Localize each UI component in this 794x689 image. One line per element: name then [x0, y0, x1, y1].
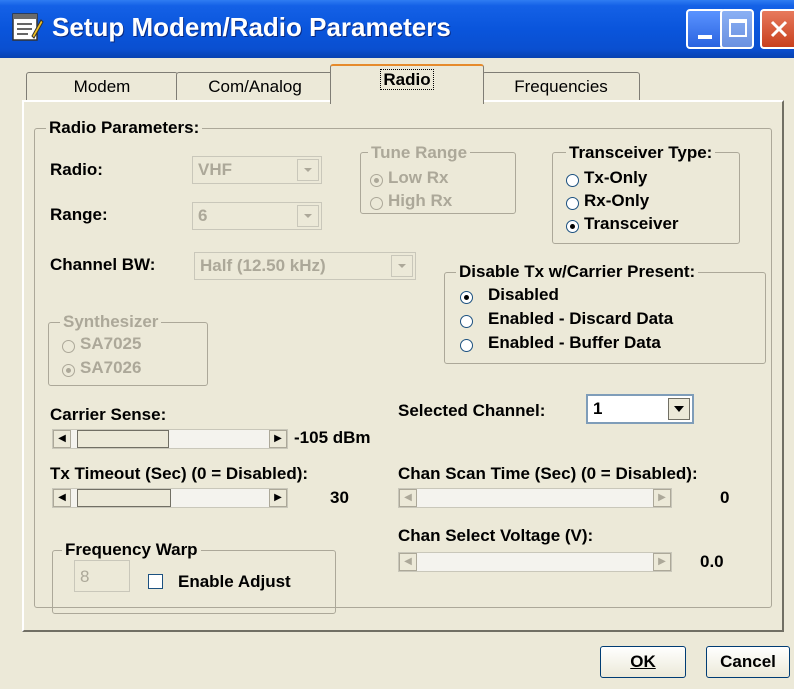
- maximize-icon: [729, 19, 747, 37]
- chan-scan-time-slider[interactable]: ◀ ▶: [398, 488, 672, 508]
- sa7026-label: SA7026: [80, 358, 142, 377]
- disable-tx-label: Disable Tx w/Carrier Present:: [456, 262, 699, 282]
- tab-modem-label: Modem: [73, 77, 131, 96]
- low-rx-label: Low Rx: [388, 168, 449, 187]
- radio-select[interactable]: VHF: [192, 156, 322, 184]
- frequency-warp-input[interactable]: 8: [74, 560, 130, 592]
- window-title: Setup Modem/Radio Parameters: [52, 12, 451, 42]
- ok-button-label: OK: [630, 652, 656, 671]
- cancel-button-label: Cancel: [720, 652, 776, 671]
- range-select-value: 6: [198, 206, 208, 225]
- close-icon: [770, 20, 788, 38]
- disabled-radio[interactable]: [460, 291, 473, 304]
- sa7025-label: SA7025: [80, 334, 142, 353]
- channel-bw-select[interactable]: Half (12.50 kHz): [194, 252, 416, 280]
- channel-bw-select-value: Half (12.50 kHz): [200, 256, 326, 275]
- maximize-button[interactable]: [720, 9, 754, 49]
- tx-timeout-value: 30: [330, 488, 349, 507]
- tab-radio-label: Radio: [380, 69, 434, 90]
- tx-timeout-label: Tx Timeout (Sec) (0 = Disabled):: [50, 464, 309, 483]
- enable-adjust-checkbox[interactable]: [148, 574, 163, 589]
- slider-thumb[interactable]: [77, 489, 171, 507]
- chan-select-voltage-label: Chan Select Voltage (V):: [398, 526, 594, 545]
- ok-button[interactable]: OK: [600, 646, 686, 678]
- scroll-right-icon[interactable]: ▶: [269, 489, 287, 507]
- rx-only-label: Rx-Only: [584, 191, 650, 210]
- scroll-right-icon[interactable]: ▶: [269, 430, 287, 448]
- synthesizer-label: Synthesizer: [60, 312, 162, 332]
- tab-com-analog-label: Com/Analog: [208, 77, 302, 96]
- enabled-buffer-label: Enabled - Buffer Data: [488, 333, 661, 352]
- minimize-icon: [698, 35, 712, 39]
- app-icon: [12, 13, 44, 41]
- slider-thumb[interactable]: [77, 430, 169, 448]
- scroll-left-icon[interactable]: ◀: [399, 489, 417, 507]
- tab-frequencies-label: Frequencies: [514, 77, 608, 96]
- high-rx-label: High Rx: [388, 191, 453, 210]
- selected-channel-value: 1: [593, 399, 603, 418]
- transceiver-type-label: Transceiver Type:: [566, 143, 716, 163]
- radio-label: Radio:: [50, 160, 103, 179]
- scroll-right-icon[interactable]: ▶: [653, 553, 671, 571]
- disabled-label: Disabled: [488, 285, 559, 304]
- sa7026-radio[interactable]: [62, 364, 75, 377]
- sa7025-radio[interactable]: [62, 340, 75, 353]
- cancel-button[interactable]: Cancel: [706, 646, 790, 678]
- rx-only-radio[interactable]: [566, 197, 579, 210]
- scroll-left-icon[interactable]: ◀: [53, 489, 71, 507]
- transceiver-radio[interactable]: [566, 220, 579, 233]
- chevron-down-icon: [297, 205, 319, 227]
- radio-parameters-label: Radio Parameters:: [46, 118, 203, 138]
- low-rx-radio[interactable]: [370, 174, 383, 187]
- scroll-left-icon[interactable]: ◀: [399, 553, 417, 571]
- frequency-warp-value: 8: [80, 567, 90, 586]
- dialog-window: Setup Modem/Radio Parameters Modem Com/A…: [0, 0, 794, 689]
- carrier-sense-label: Carrier Sense:: [50, 405, 167, 424]
- tx-only-label: Tx-Only: [584, 168, 648, 187]
- carrier-sense-slider[interactable]: ◀ ▶: [52, 429, 288, 449]
- chan-scan-time-value: 0: [720, 488, 730, 507]
- chevron-down-icon: [297, 159, 319, 181]
- scroll-left-icon[interactable]: ◀: [53, 430, 71, 448]
- tab-frequencies[interactable]: Frequencies: [482, 72, 640, 101]
- chevron-down-icon: [391, 255, 413, 277]
- range-label: Range:: [50, 205, 108, 224]
- selected-channel-select[interactable]: 1: [586, 394, 694, 424]
- enabled-discard-radio[interactable]: [460, 315, 473, 328]
- enabled-buffer-radio[interactable]: [460, 339, 473, 352]
- tab-com-analog[interactable]: Com/Analog: [176, 72, 334, 101]
- scroll-right-icon[interactable]: ▶: [653, 489, 671, 507]
- radio-select-value: VHF: [198, 160, 232, 179]
- close-button[interactable]: [760, 9, 794, 49]
- tx-only-radio[interactable]: [566, 174, 579, 187]
- chan-select-voltage-value: 0.0: [700, 552, 724, 571]
- tx-timeout-slider[interactable]: ◀ ▶: [52, 488, 288, 508]
- channel-bw-label: Channel BW:: [50, 255, 156, 274]
- enabled-discard-label: Enabled - Discard Data: [488, 309, 674, 328]
- selected-channel-label: Selected Channel:: [398, 401, 546, 420]
- tab-radio[interactable]: Radio: [330, 64, 484, 104]
- frequency-warp-label: Frequency Warp: [62, 540, 201, 560]
- chevron-down-icon: [668, 398, 690, 420]
- range-select[interactable]: 6: [192, 202, 322, 230]
- chan-scan-time-label: Chan Scan Time (Sec) (0 = Disabled):: [398, 464, 698, 483]
- tune-range-label: Tune Range: [368, 143, 471, 163]
- enable-adjust-label: Enable Adjust: [178, 572, 291, 591]
- chan-select-voltage-slider[interactable]: ◀ ▶: [398, 552, 672, 572]
- carrier-sense-value: -105 dBm: [294, 428, 371, 447]
- title-bar[interactable]: Setup Modem/Radio Parameters: [0, 0, 794, 58]
- transceiver-label: Transceiver: [584, 214, 679, 233]
- tab-modem[interactable]: Modem: [26, 72, 178, 101]
- high-rx-radio[interactable]: [370, 197, 383, 210]
